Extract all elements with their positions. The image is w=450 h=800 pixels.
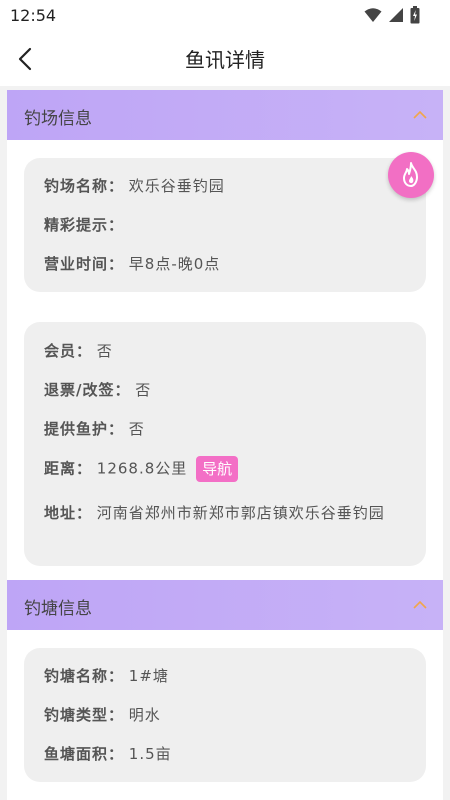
- pond-name-value: 1#塘: [128, 667, 169, 685]
- content-area[interactable]: 钓场信息 钓场名称： 欢乐谷垂钓园 精彩提示： 营业时间： 早8点-晚0点 会员…: [0, 86, 450, 800]
- signal-icon: [389, 8, 403, 22]
- venue-name-label: 钓场名称：: [44, 177, 125, 195]
- pond-type-value: 明水: [128, 706, 161, 724]
- member-label: 会员：: [44, 342, 93, 360]
- pond-name-row: 钓塘名称： 1#塘: [44, 665, 169, 687]
- venue-name-row: 钓场名称： 欢乐谷垂钓园: [44, 175, 225, 197]
- chevron-up-icon[interactable]: [412, 597, 428, 613]
- fire-icon: [403, 162, 418, 187]
- venue-name-value: 欢乐谷垂钓园: [128, 177, 225, 195]
- distance-row: 距离： 1268.8公里 导航: [44, 456, 239, 482]
- address-value: 河南省郑州市新郑市郭店镇欢乐谷垂钓园: [96, 504, 385, 522]
- chevron-up-icon[interactable]: [412, 107, 428, 123]
- fishguard-row: 提供鱼护： 否: [44, 418, 145, 440]
- refund-value: 否: [135, 381, 152, 399]
- venue-tip-row: 精彩提示：: [44, 214, 124, 236]
- venue-hours-label: 营业时间：: [44, 255, 125, 273]
- address-row: 地址： 河南省郑州市新郑市郭店镇欢乐谷垂钓园: [44, 500, 414, 526]
- status-bar: 12:54: [0, 0, 450, 32]
- member-row: 会员： 否: [44, 340, 113, 362]
- pond-area-value: 1.5亩: [128, 745, 172, 763]
- status-time: 12:54: [10, 6, 57, 25]
- distance-label: 距离：: [44, 459, 93, 478]
- venue-hours-value: 早8点-晚0点: [128, 255, 221, 273]
- venue-basic-card: 钓场名称： 欢乐谷垂钓园 精彩提示： 营业时间： 早8点-晚0点: [24, 158, 426, 292]
- section-header-venue[interactable]: 钓场信息: [7, 90, 443, 140]
- pond-area-row: 鱼塘面积： 1.5亩: [44, 743, 172, 765]
- address-label: 地址：: [44, 504, 93, 522]
- fishguard-value: 否: [128, 420, 145, 438]
- refund-row: 退票/改签： 否: [44, 379, 151, 401]
- pond-name-label: 钓塘名称：: [44, 667, 125, 685]
- distance-value: 1268.8公里: [96, 459, 188, 478]
- pond-type-row: 钓塘类型： 明水: [44, 704, 161, 726]
- section-title-venue: 钓场信息: [24, 109, 92, 129]
- fishguard-label: 提供鱼护：: [44, 420, 125, 438]
- hot-fab-button[interactable]: [388, 152, 434, 198]
- member-value: 否: [96, 342, 113, 360]
- pond-type-label: 钓塘类型：: [44, 706, 125, 724]
- venue-tip-label: 精彩提示：: [44, 216, 125, 234]
- page-title: 鱼讯详情: [185, 48, 265, 72]
- wifi-icon: [364, 8, 382, 22]
- status-icons: [364, 6, 420, 24]
- battery-icon: [410, 6, 420, 24]
- refund-label: 退票/改签：: [44, 381, 131, 399]
- pond-card: 钓塘名称： 1#塘 钓塘类型： 明水 鱼塘面积： 1.5亩: [24, 648, 426, 782]
- app-bar: 鱼讯详情: [0, 32, 450, 86]
- section-title-pond: 钓塘信息: [24, 599, 92, 619]
- section-header-pond[interactable]: 钓塘信息: [7, 580, 443, 630]
- pond-area-label: 鱼塘面积：: [44, 745, 125, 763]
- venue-detail-card: 会员： 否 退票/改签： 否 提供鱼护： 否 距离： 1268.8公里 导航 地…: [24, 322, 426, 566]
- venue-hours-row: 营业时间： 早8点-晚0点: [44, 253, 220, 275]
- navigate-button[interactable]: 导航: [196, 456, 239, 482]
